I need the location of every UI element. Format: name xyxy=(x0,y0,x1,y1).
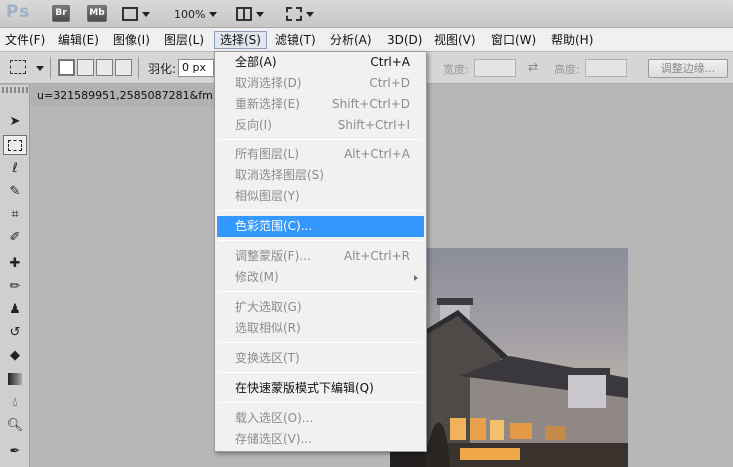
menu-item-similar-layers[interactable]: 相似图层(Y) xyxy=(217,186,424,207)
menu-image[interactable]: 图像(I) xyxy=(108,31,155,49)
menu-bar: 文件(F) 编辑(E) 图像(I) 图层(L) 选择(S) 滤镜(T) 分析(A… xyxy=(0,28,733,52)
menu-item-load-selection[interactable]: 载入选区(O)... xyxy=(217,408,424,429)
menu-layer[interactable]: 图层(L) xyxy=(159,31,209,49)
tool-preset-icon[interactable] xyxy=(10,60,26,74)
menu-item-deselect[interactable]: 取消选择(D) Ctrl+D xyxy=(217,73,424,94)
view-extras-icon xyxy=(122,7,138,21)
panel-grip[interactable] xyxy=(2,87,28,93)
document-tab[interactable]: u=321589951,2585087281&fm xyxy=(31,86,221,106)
arrange-documents-icon xyxy=(236,7,252,21)
width-input[interactable] xyxy=(474,59,516,77)
refine-edge-button[interactable]: 调整边缘... xyxy=(648,59,728,78)
menu-analysis[interactable]: 分析(A) xyxy=(325,31,377,49)
lasso-tool-icon[interactable]: ℓ xyxy=(3,158,27,178)
menu-item-color-range[interactable]: 色彩范围(C)... xyxy=(217,216,424,237)
height-label: 高度: xyxy=(554,63,580,76)
menu-item-save-selection[interactable]: 存储选区(V)... xyxy=(217,429,424,450)
menu-item-refine-mask[interactable]: 调整蒙版(F)... Alt+Ctrl+R xyxy=(217,246,424,267)
menu-item-modify[interactable]: 修改(M) xyxy=(217,267,424,288)
screen-mode-button[interactable] xyxy=(286,4,314,24)
submenu-arrow-icon xyxy=(414,275,418,281)
crop-tool-icon[interactable]: ⌗ xyxy=(3,204,27,224)
chevron-down-icon xyxy=(142,11,150,17)
menu-edit[interactable]: 编辑(E) xyxy=(53,31,104,49)
photoshop-window: Ps Br Mb 100% 文件(F) 编辑(E) 图像(I) 图层(L) 选择… xyxy=(0,0,733,467)
screen-mode-icon xyxy=(286,7,302,21)
menu-item-similar[interactable]: 选取相似(R) xyxy=(217,318,424,339)
mini-bridge-button[interactable]: Mb xyxy=(87,5,107,22)
arrange-documents-button[interactable] xyxy=(236,4,264,24)
blur-tool-icon[interactable]: 💧︎ xyxy=(3,392,27,412)
feather-label: 羽化: xyxy=(148,62,177,76)
menu-select[interactable]: 选择(S) xyxy=(214,31,267,49)
divider xyxy=(50,57,51,79)
history-brush-tool-icon[interactable]: ↺ xyxy=(3,322,27,342)
menu-separator xyxy=(219,210,422,211)
chevron-down-icon[interactable] xyxy=(36,66,44,71)
menu-item-deselect-layers[interactable]: 取消选择图层(S) xyxy=(217,165,424,186)
move-tool-icon[interactable]: ➤ xyxy=(3,111,27,131)
menu-separator xyxy=(219,139,422,140)
height-input[interactable] xyxy=(585,59,627,77)
menu-separator xyxy=(219,402,422,403)
divider xyxy=(138,57,139,79)
photoshop-logo: Ps xyxy=(6,2,31,22)
menu-item-grow[interactable]: 扩大选取(G) xyxy=(217,297,424,318)
menu-file[interactable]: 文件(F) xyxy=(0,31,50,49)
intersect-selection-button[interactable] xyxy=(115,59,132,76)
application-bar: Ps Br Mb 100% xyxy=(0,0,733,28)
pen-tool-icon[interactable]: ✒ xyxy=(3,441,27,461)
menu-window[interactable]: 窗口(W) xyxy=(486,31,541,49)
menu-item-select-all[interactable]: 全部(A) Ctrl+A xyxy=(217,52,424,73)
menu-view[interactable]: 视图(V) xyxy=(429,31,481,49)
gradient-tool-icon[interactable] xyxy=(3,369,27,389)
select-menu-dropdown: 全部(A) Ctrl+A 取消选择(D) Ctrl+D 重新选择(E) Shif… xyxy=(214,51,427,452)
eyedropper-tool-icon[interactable]: ✐ xyxy=(3,227,27,247)
view-extras-button[interactable] xyxy=(122,4,150,24)
menu-separator xyxy=(219,240,422,241)
new-selection-button[interactable] xyxy=(58,59,75,76)
feather-input[interactable]: 0 px xyxy=(178,59,214,77)
subtract-from-selection-button[interactable] xyxy=(96,59,113,76)
menu-item-reselect[interactable]: 重新选择(E) Shift+Ctrl+D xyxy=(217,94,424,115)
menu-item-quick-mask[interactable]: 在快速蒙版模式下编辑(Q) xyxy=(217,378,424,399)
rectangular-marquee-tool-icon[interactable] xyxy=(3,135,27,155)
swap-dimensions-icon[interactable]: ⇄ xyxy=(528,60,538,74)
eraser-tool-icon[interactable]: ◆ xyxy=(3,345,27,365)
chevron-down-icon xyxy=(209,11,218,17)
menu-item-inverse[interactable]: 反向(I) Shift+Ctrl+I xyxy=(217,115,424,136)
add-to-selection-button[interactable] xyxy=(77,59,94,76)
zoom-level-value: 100% xyxy=(174,7,206,21)
brush-tool-icon[interactable]: ✏ xyxy=(3,276,27,296)
menu-help[interactable]: 帮助(H) xyxy=(546,31,598,49)
chevron-down-icon xyxy=(256,11,264,17)
healing-brush-tool-icon[interactable]: ✚ xyxy=(3,253,27,273)
bridge-button[interactable]: Br xyxy=(52,5,70,22)
menu-separator xyxy=(219,291,422,292)
tools-panel: ➤ ℓ ✎ ⌗ ✐ ✚ ✏ ♟ ↺ ◆ 💧︎ 🔍︎ ✒ xyxy=(0,85,30,467)
clone-stamp-tool-icon[interactable]: ♟ xyxy=(3,299,27,319)
width-label: 宽度: xyxy=(443,63,469,76)
menu-separator xyxy=(219,372,422,373)
menu-filter[interactable]: 滤镜(T) xyxy=(270,31,321,49)
menu-separator xyxy=(219,342,422,343)
menu-3d[interactable]: 3D(D) xyxy=(382,31,427,49)
chevron-down-icon xyxy=(306,11,314,17)
zoom-level-dropdown[interactable]: 100% xyxy=(174,4,218,24)
dodge-tool-icon[interactable]: 🔍︎ xyxy=(3,415,27,435)
menu-item-all-layers[interactable]: 所有图层(L) Alt+Ctrl+A xyxy=(217,144,424,165)
menu-item-transform-selection[interactable]: 变换选区(T) xyxy=(217,348,424,369)
quick-selection-tool-icon[interactable]: ✎ xyxy=(3,181,27,201)
